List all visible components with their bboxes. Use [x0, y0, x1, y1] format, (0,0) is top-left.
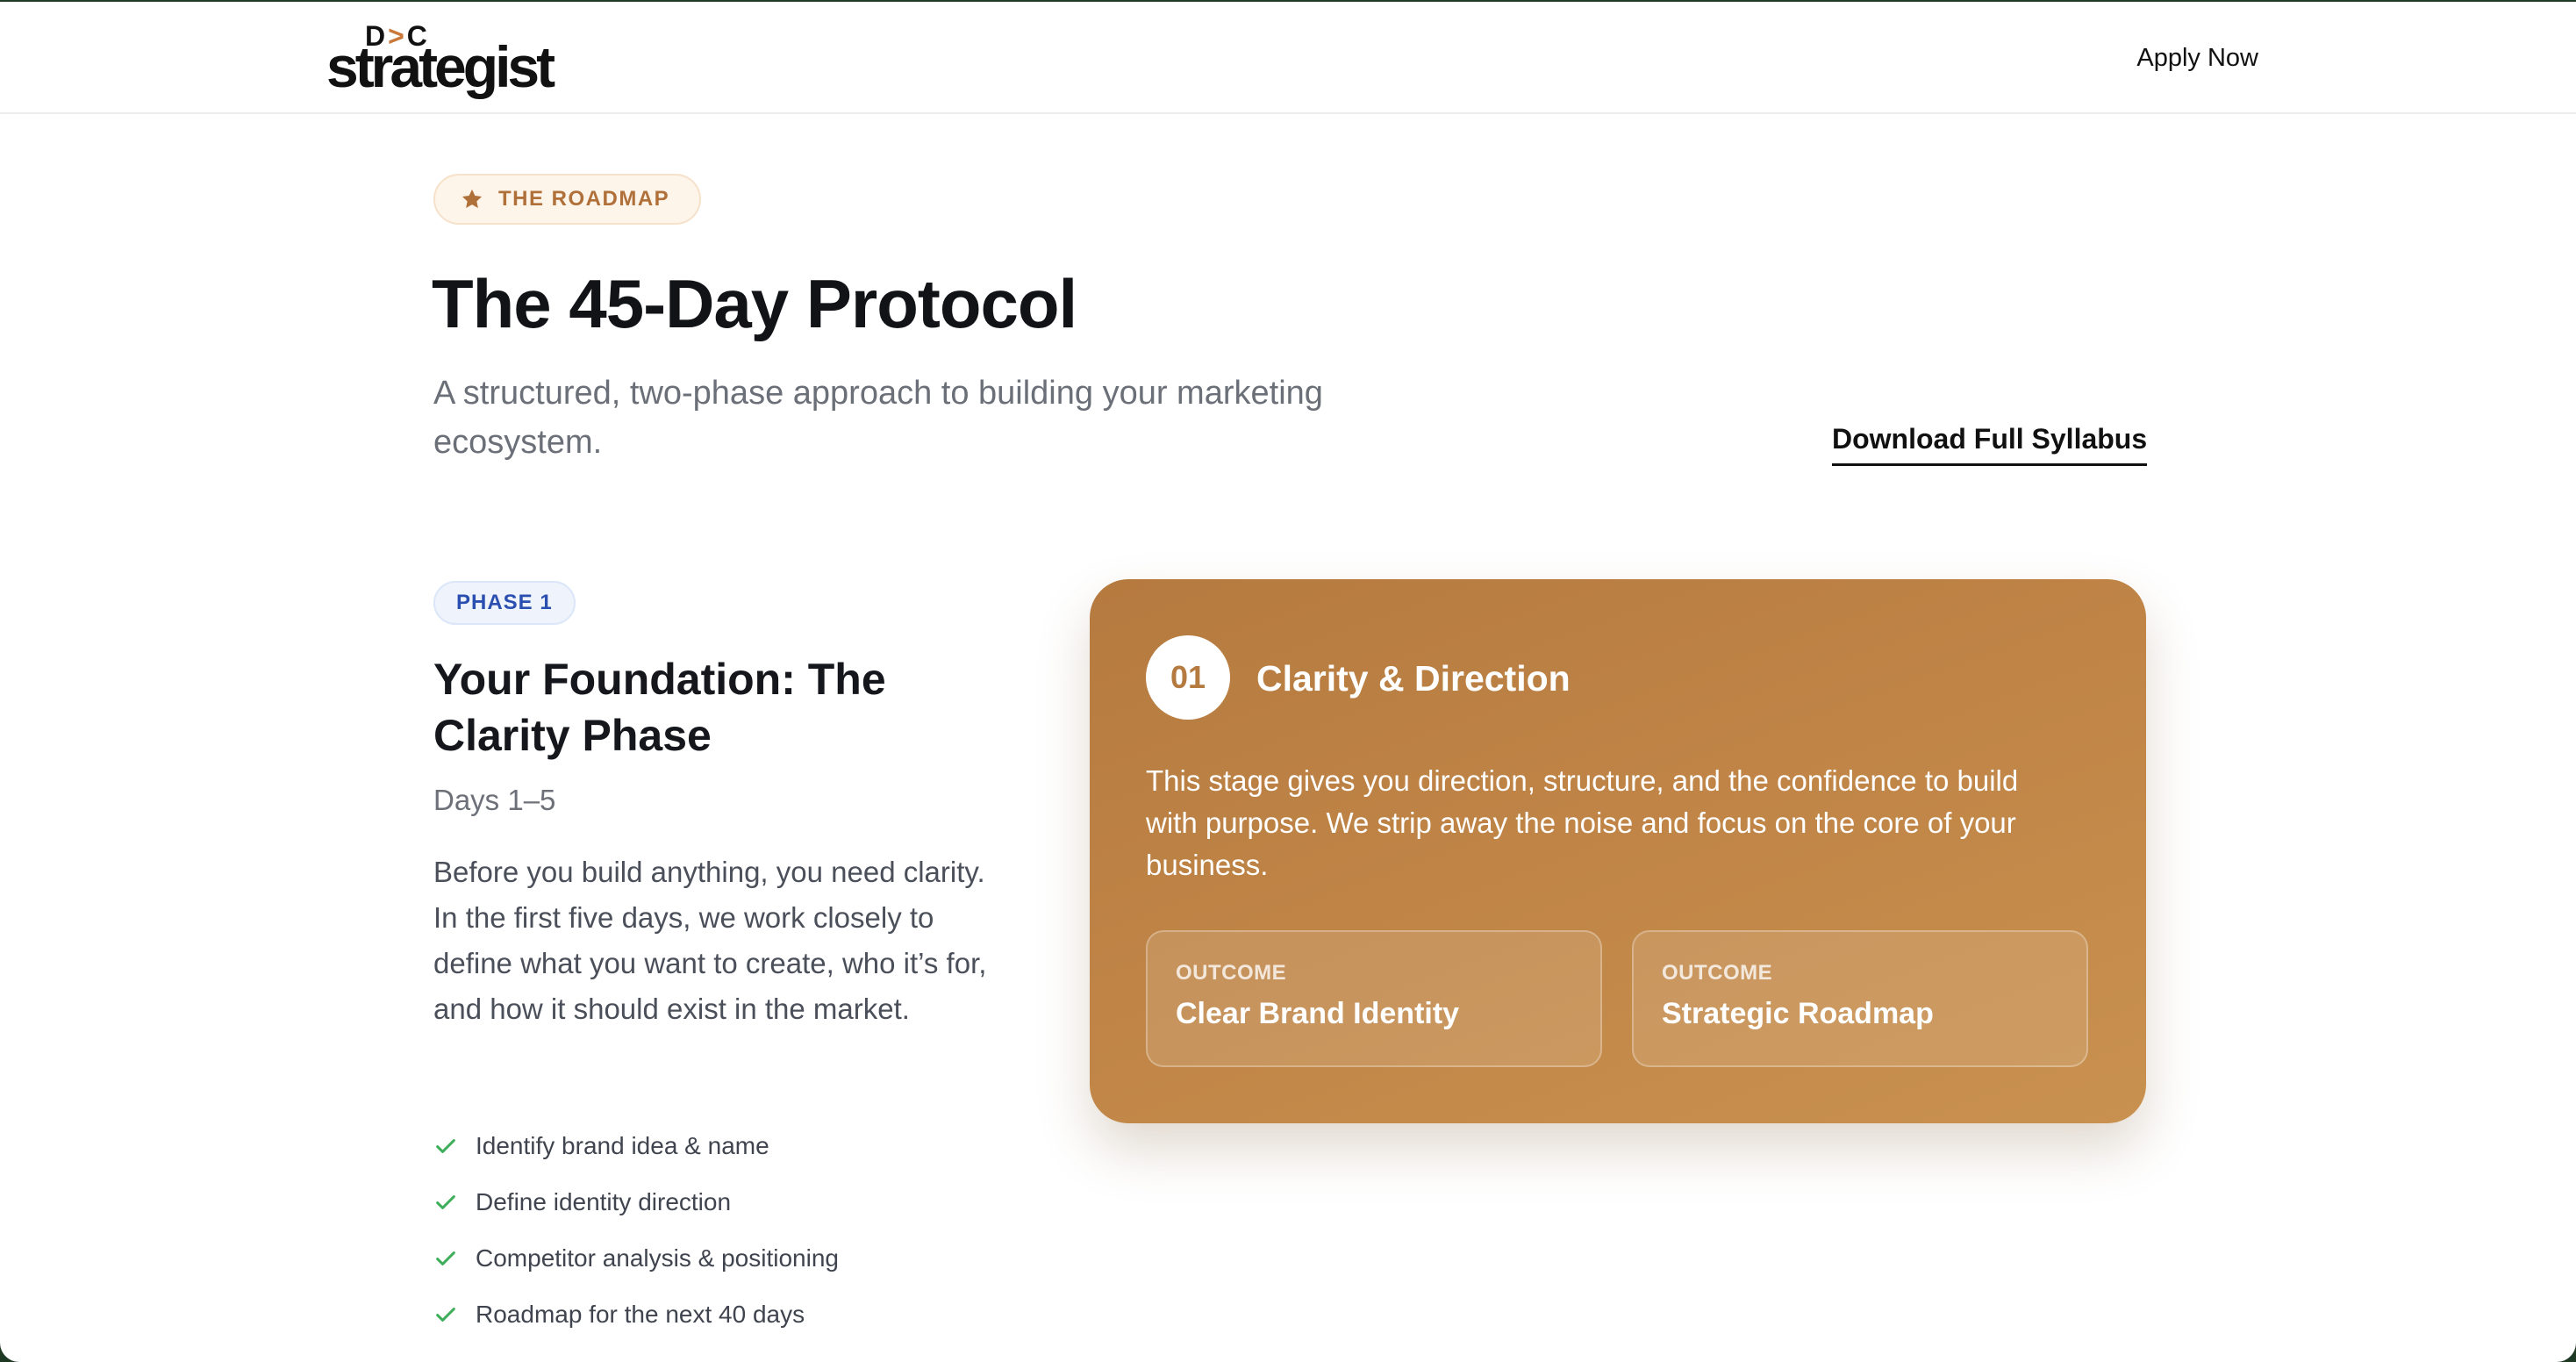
checklist-item: Roadmap for the next 40 days [433, 1287, 839, 1343]
checklist-item: Competitor analysis & positioning [433, 1230, 839, 1287]
download-syllabus-link[interactable]: Download Full Syllabus [1832, 421, 2148, 466]
page: D>C strategist Apply Now THE ROADMAP The… [0, 2, 2576, 1362]
outcome-box: OUTCOME Strategic Roadmap [1632, 930, 2088, 1067]
phase-card: 01 Clarity & Direction This stage gives … [1090, 579, 2146, 1123]
dc-strategist-logo[interactable]: D>C strategist [326, 21, 555, 99]
outcome-label: OUTCOME [1176, 961, 1287, 985]
stage-description: This stage gives you direction, structur… [1146, 764, 2019, 881]
phase-checklist: Identify brand idea & name Define identi… [433, 1118, 839, 1343]
phase-title: Your Foundation: The Clarity Phase [433, 655, 886, 760]
outcome-value: Clear Brand Identity [1176, 997, 1460, 1030]
stage-title: Clarity & Direction [1256, 658, 1571, 699]
checklist-item: Identify brand idea & name [433, 1118, 839, 1174]
check-icon [436, 1251, 455, 1265]
phase-badge: PHASE 1 [433, 581, 576, 625]
top-navigation-bar: D>C strategist Apply Now [0, 2, 2576, 114]
outcome-value: Strategic Roadmap [1662, 997, 1934, 1030]
check-icon [436, 1308, 455, 1322]
phase-description: Before you build anything, you need clar… [433, 856, 987, 1025]
apply-now-link[interactable]: Apply Now [2136, 42, 2258, 74]
star-icon [462, 189, 483, 209]
page-title: The 45-Day Protocol [432, 265, 1077, 342]
checklist-item-label: Competitor analysis & positioning [476, 1244, 839, 1272]
check-icon [436, 1195, 455, 1209]
checklist-item-label: Define identity direction [476, 1188, 732, 1215]
checklist-item-label: Roadmap for the next 40 days [476, 1301, 805, 1328]
logo-wordmark: strategist [326, 34, 555, 99]
outcome-box: OUTCOME Clear Brand Identity [1146, 930, 1602, 1067]
stage-number-badge: 01 [1146, 635, 1230, 720]
page-subtitle: A structured, two-phase approach to buil… [433, 375, 1323, 461]
roadmap-badge-label: THE ROADMAP [498, 187, 670, 211]
roadmap-badge: THE ROADMAP [433, 174, 702, 225]
checklist-item-label: Identify brand idea & name [476, 1132, 769, 1159]
check-icon [436, 1139, 455, 1153]
checklist-item: Define identity direction [433, 1174, 839, 1230]
outcome-label: OUTCOME [1662, 961, 1773, 985]
phase-days: Days 1–5 [433, 784, 556, 816]
